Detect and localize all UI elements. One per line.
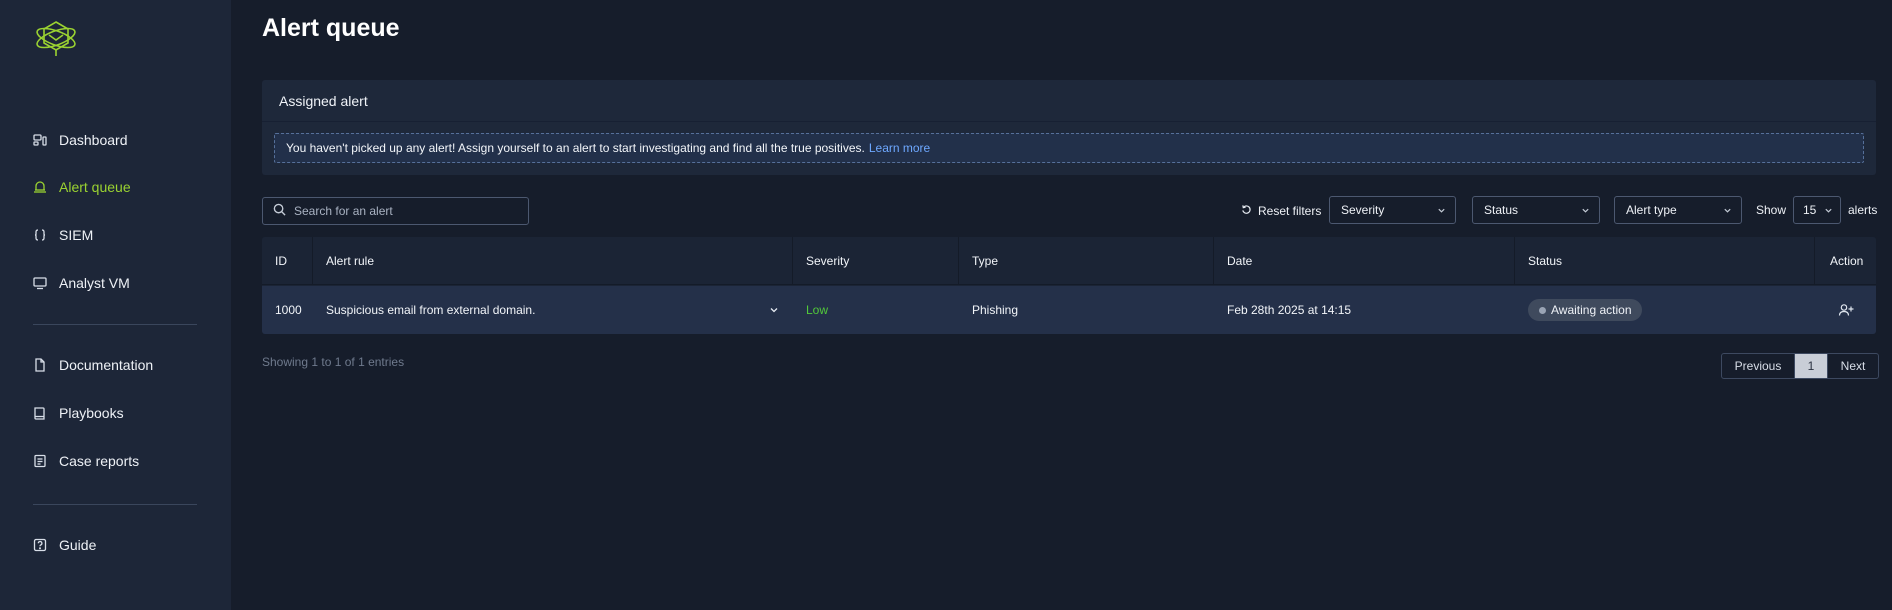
- table-header: ID Alert rule Severity Type Date Status …: [262, 237, 1876, 285]
- column-header-status[interactable]: Status: [1515, 237, 1815, 284]
- notice-text: You haven't picked up any alert! Assign …: [286, 141, 865, 155]
- alert-date: Feb 28th 2025 at 14:15: [1227, 303, 1352, 317]
- reset-icon: [1241, 204, 1252, 218]
- severity-filter-select[interactable]: Severity: [1329, 196, 1456, 224]
- pagination: Previous 1 Next: [1721, 353, 1879, 379]
- sidebar-item-siem[interactable]: SIEM: [33, 223, 93, 247]
- table-row[interactable]: 1000 Suspicious email from external doma…: [262, 286, 1876, 334]
- page-size-select[interactable]: 15: [1793, 196, 1841, 224]
- sidebar: Dashboard Alert queue SIEM Analyst VM Do…: [0, 0, 231, 610]
- search-input[interactable]: [294, 204, 514, 218]
- next-page-button[interactable]: Next: [1827, 354, 1878, 378]
- dashboard-icon: [33, 133, 47, 147]
- document-icon: [33, 358, 47, 372]
- sidebar-item-dashboard[interactable]: Dashboard: [33, 128, 128, 152]
- sidebar-item-label: Case reports: [59, 453, 140, 469]
- alert-id: 1000: [275, 303, 302, 317]
- sidebar-item-analyst-vm[interactable]: Analyst VM: [33, 271, 130, 295]
- page-title: Alert queue: [262, 14, 400, 42]
- sidebar-item-guide[interactable]: Guide: [33, 533, 96, 557]
- case-report-icon: [33, 454, 47, 468]
- chevron-down-icon: [1582, 208, 1589, 213]
- monitor-icon: [33, 276, 47, 290]
- assigned-alert-card: Assigned alert You haven't picked up any…: [262, 80, 1876, 175]
- alert-queue-icon: [33, 180, 47, 194]
- assign-user-icon[interactable]: [1838, 303, 1854, 317]
- alert-status: Awaiting action: [1515, 286, 1815, 334]
- alerts-label: alerts: [1848, 203, 1878, 217]
- assigned-alert-header: Assigned alert: [262, 80, 1876, 122]
- reset-filters-label: Reset filters: [1258, 204, 1322, 218]
- alert-rule: Suspicious email from external domain.: [313, 286, 793, 334]
- column-header-id[interactable]: ID: [262, 237, 313, 284]
- alert-type: Phishing: [972, 303, 1019, 317]
- app-logo-icon[interactable]: [33, 18, 79, 60]
- alerts-table: ID Alert rule Severity Type Date Status …: [262, 237, 1876, 334]
- entries-summary: Showing 1 to 1 of 1 entries: [262, 355, 405, 369]
- sidebar-item-label: Analyst VM: [59, 275, 130, 291]
- sidebar-item-label: Playbooks: [59, 405, 124, 421]
- search-box[interactable]: [262, 197, 529, 225]
- status-dot-icon: [1539, 306, 1546, 314]
- column-header-action: Action: [1830, 253, 1864, 268]
- search-icon: [273, 203, 286, 219]
- book-icon: [33, 406, 47, 420]
- help-icon: [33, 538, 47, 552]
- status-filter-label: Status: [1484, 203, 1519, 217]
- column-header-date[interactable]: Date: [1214, 237, 1515, 284]
- learn-more-link[interactable]: Learn more: [869, 141, 930, 155]
- page-1-button[interactable]: 1: [1795, 354, 1827, 378]
- sidebar-item-alert-queue[interactable]: Alert queue: [33, 175, 131, 199]
- previous-page-button[interactable]: Previous: [1722, 354, 1795, 378]
- column-header-alert-rule[interactable]: Alert rule: [313, 237, 793, 284]
- column-header-severity[interactable]: Severity: [793, 237, 959, 284]
- sidebar-item-label: SIEM: [59, 227, 94, 243]
- severity-filter-label: Severity: [1341, 203, 1385, 217]
- alert-type-filter-label: Alert type: [1626, 203, 1677, 217]
- sidebar-item-documentation[interactable]: Documentation: [33, 353, 153, 377]
- sidebar-item-label: Documentation: [59, 357, 154, 373]
- siem-braces-icon: [33, 228, 47, 242]
- chevron-down-icon[interactable]: [769, 305, 779, 315]
- show-label: Show: [1756, 203, 1787, 217]
- alert-action: [1815, 286, 1876, 334]
- no-assigned-alert-notice: You haven't picked up any alert! Assign …: [274, 133, 1864, 163]
- chevron-down-icon: [1438, 208, 1445, 213]
- status-badge-label: Awaiting action: [1551, 303, 1632, 317]
- sidebar-item-label: Alert queue: [59, 179, 131, 195]
- chevron-down-icon: [1825, 208, 1832, 213]
- column-header-type[interactable]: Type: [959, 237, 1214, 284]
- status-filter-select[interactable]: Status: [1472, 196, 1600, 224]
- sidebar-item-case-reports[interactable]: Case reports: [33, 449, 139, 473]
- page-size-value: 15: [1803, 203, 1817, 217]
- sidebar-item-label: Dashboard: [59, 132, 128, 148]
- sidebar-divider: [33, 504, 197, 505]
- alert-type-filter-select[interactable]: Alert type: [1614, 196, 1742, 224]
- sidebar-item-label: Guide: [59, 537, 97, 553]
- status-badge: Awaiting action: [1528, 299, 1642, 321]
- sidebar-divider: [33, 324, 197, 325]
- chevron-down-icon: [1724, 208, 1731, 213]
- alert-severity: Low: [806, 303, 829, 317]
- alert-rule-text: Suspicious email from external domain.: [326, 303, 536, 317]
- reset-filters-button[interactable]: Reset filters: [1241, 200, 1321, 222]
- sidebar-item-playbooks[interactable]: Playbooks: [33, 401, 124, 425]
